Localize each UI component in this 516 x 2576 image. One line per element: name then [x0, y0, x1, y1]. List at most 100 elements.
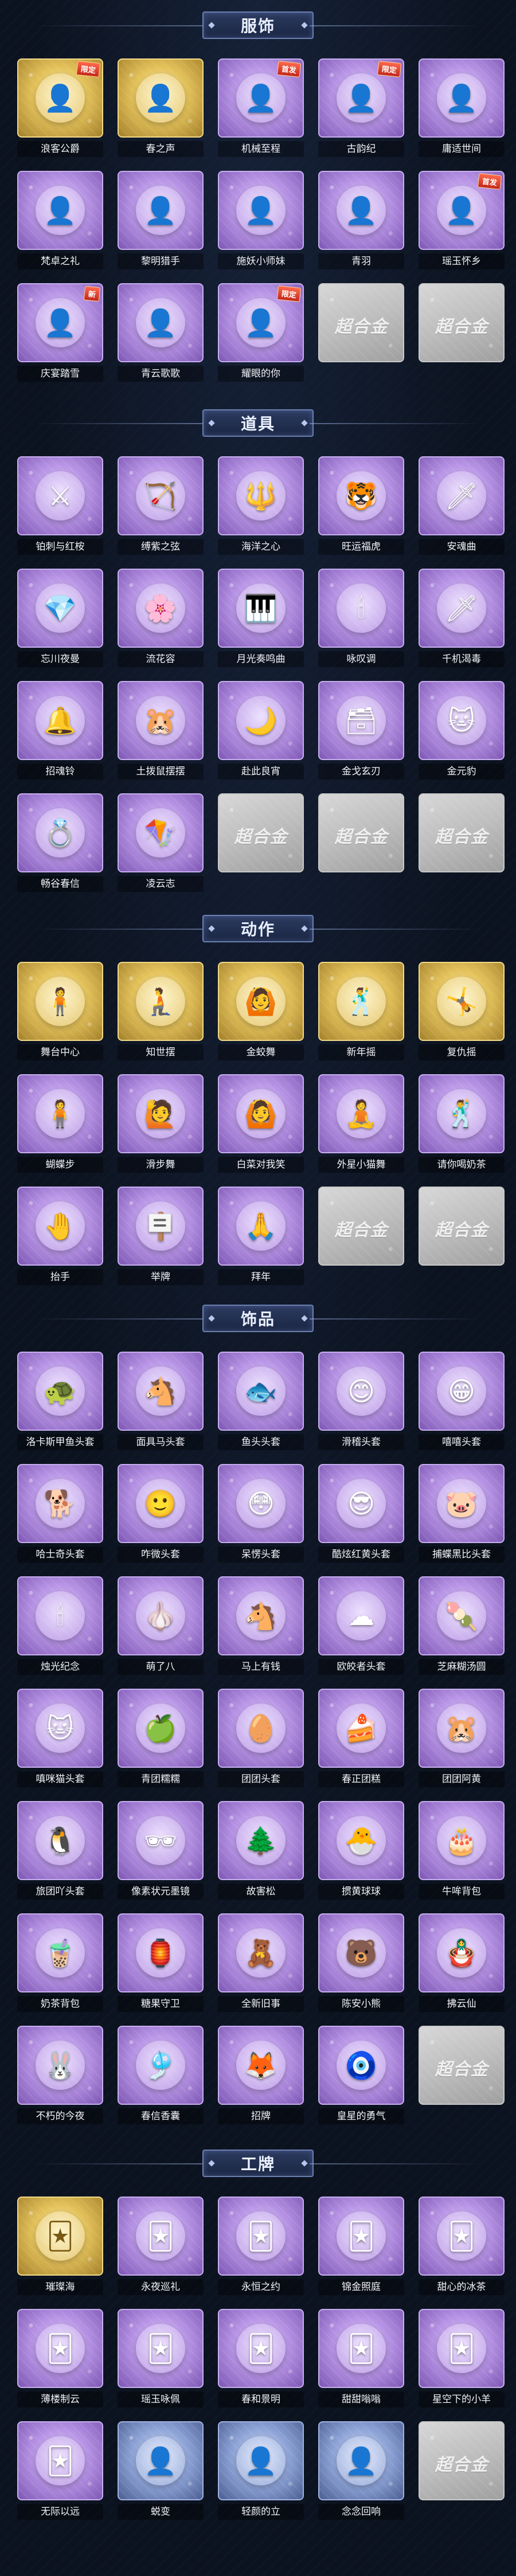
item-card[interactable]: 🍏 青团糯糯: [118, 1689, 204, 1790]
item-card[interactable]: 🙂 咋微头套: [118, 1464, 204, 1565]
item-card[interactable]: 🐷 捕蝶黑比头套: [419, 1464, 505, 1565]
item-card[interactable]: 🧸 全新旧事: [218, 1913, 304, 2014]
item-card[interactable]: 🐴 面具马头套: [118, 1352, 204, 1453]
item-card[interactable]: 😊 滑稽头套: [318, 1352, 404, 1453]
item-card[interactable]: 🏮 糖果守卫: [118, 1913, 204, 2014]
item-card[interactable]: 🃏 无际以远: [17, 2421, 103, 2522]
locked-item-card[interactable]: 超合金: [419, 1187, 505, 1287]
item-card[interactable]: 🏹 缚紫之弦: [118, 456, 204, 557]
item-card[interactable]: 🐕 哈士奇头套: [17, 1464, 103, 1565]
item-card[interactable]: 🎂 牛哞背包: [419, 1801, 505, 1902]
item-card[interactable]: 🐢 洛卡斯甲鱼头套: [17, 1352, 103, 1453]
item-card[interactable]: 🐟 鱼头头套: [218, 1352, 304, 1453]
item-card[interactable]: 🧘 外星小猫舞: [318, 1074, 404, 1175]
item-card[interactable]: 👤 梵卓之礼: [17, 171, 103, 272]
item-card[interactable]: 🐴 马上有钱: [218, 1576, 304, 1677]
item-card[interactable]: 😁 嘻嘻头套: [419, 1352, 505, 1453]
item-card[interactable]: 🔱 海洋之心: [218, 456, 304, 557]
item-card[interactable]: 👤 念念回响: [318, 2421, 404, 2522]
item-card[interactable]: 🕺 请你喝奶茶: [419, 1074, 505, 1175]
item-card[interactable]: 🗡 千机渴毒: [419, 569, 505, 670]
item-card[interactable]: 🎐 春信香囊: [118, 2026, 204, 2127]
item-card[interactable]: 👤 蜕变: [118, 2421, 204, 2522]
item-card[interactable]: 👤 轻颜的立: [218, 2421, 304, 2522]
item-card[interactable]: 🙆 金蛟舞: [218, 962, 304, 1063]
item-card[interactable]: 🤚 抬手: [17, 1187, 103, 1287]
locked-item-card[interactable]: 超合金: [419, 2026, 505, 2127]
item-card[interactable]: 🃏 瑶玉咏佩: [118, 2309, 204, 2410]
item-card[interactable]: 👤 青云歌歌: [118, 283, 204, 384]
locked-item-card[interactable]: 超合金: [318, 283, 404, 384]
locked-item-card[interactable]: 超合金: [218, 793, 304, 894]
item-card[interactable]: 🐹 团团阿黄: [419, 1689, 505, 1790]
item-card[interactable]: 😎 酷炫红黄头套: [318, 1464, 404, 1565]
item-card[interactable]: 🔔 招魂铃: [17, 681, 103, 782]
item-card[interactable]: 👤 黎明猎手: [118, 171, 204, 272]
item-card[interactable]: 🐰 不朽的今夜: [17, 2026, 103, 2127]
item-card[interactable]: 🧄 萌了八: [118, 1576, 204, 1677]
item-card[interactable]: 🃏 春和景明: [218, 2309, 304, 2410]
item-card[interactable]: 🧎 知世摆: [118, 962, 204, 1063]
item-card[interactable]: 🙆 白菜对我笑: [218, 1074, 304, 1175]
item-card[interactable]: 🍰 春正团糕: [318, 1689, 404, 1790]
item-card[interactable]: 🐱 金元豹: [419, 681, 505, 782]
item-card[interactable]: 🃏 锦金照庭: [318, 2197, 404, 2297]
item-card[interactable]: 🕶 像素状元墨镜: [118, 1801, 204, 1902]
item-card[interactable]: 👤 春之声: [118, 58, 204, 159]
item-card[interactable]: 🃏 星空下的小羊: [419, 2309, 505, 2410]
item-card[interactable]: 🕺 新年摇: [318, 962, 404, 1063]
item-card[interactable]: ⚔ 铂刺与红桉: [17, 456, 103, 557]
item-card[interactable]: 🦊 招牌: [218, 2026, 304, 2127]
locked-item-card[interactable]: 超合金: [419, 793, 505, 894]
item-card[interactable]: 🍡 芝麻糊汤圆: [419, 1576, 505, 1677]
item-card[interactable]: 🪧 举牌: [118, 1187, 204, 1287]
item-card[interactable]: 👤 庸适世间: [419, 58, 505, 159]
item-card[interactable]: 🃏 永夜巡礼: [118, 2197, 204, 2297]
item-card[interactable]: 🐻 陈安小熊: [318, 1913, 404, 2014]
item-card[interactable]: 🃏 薄楼制云: [17, 2309, 103, 2410]
item-card[interactable]: 🃏 甜心的冰茶: [419, 2197, 505, 2297]
item-card[interactable]: 🐱 嗔咪猫头套: [17, 1689, 103, 1790]
item-card[interactable]: 🧿 皇星的勇气: [318, 2026, 404, 2127]
item-card[interactable]: 🕯 烛光纪念: [17, 1576, 103, 1677]
item-card[interactable]: 👤 限定 耀眼的你: [218, 283, 304, 384]
item-card[interactable]: 🤸 复仇摇: [419, 962, 505, 1063]
item-card[interactable]: 😳 呆愣头套: [218, 1464, 304, 1565]
item-card[interactable]: 🃏 甜甜嗡嗡: [318, 2309, 404, 2410]
item-card[interactable]: 🃏 永恒之约: [218, 2197, 304, 2297]
locked-item-card[interactable]: 超合金: [318, 793, 404, 894]
item-card[interactable]: ☁ 欧皎者头套: [318, 1576, 404, 1677]
item-card[interactable]: 🃏 璀璨海: [17, 2197, 103, 2297]
item-card[interactable]: 🐣 掼黄球球: [318, 1801, 404, 1902]
item-card[interactable]: 👤 首发 机械至程: [218, 58, 304, 159]
item-card[interactable]: 👤 施妖小师妹: [218, 171, 304, 272]
locked-item-card[interactable]: 超合金: [318, 1187, 404, 1287]
item-card[interactable]: 🧍 蝴蝶步: [17, 1074, 103, 1175]
item-card[interactable]: 🧍 舞台中心: [17, 962, 103, 1063]
item-card[interactable]: 👤 首发 瑶玉怀乡: [419, 171, 505, 272]
item-card[interactable]: 🐧 旅团吖头套: [17, 1801, 103, 1902]
item-card[interactable]: 🌸 流花容: [118, 569, 204, 670]
item-card[interactable]: 👤 限定 浪客公爵: [17, 58, 103, 159]
item-card[interactable]: 🌲 故害松: [218, 1801, 304, 1902]
locked-item-card[interactable]: 超合金: [419, 2421, 505, 2522]
item-card[interactable]: 🐯 旺运福虎: [318, 456, 404, 557]
item-card[interactable]: 🪆 拂云仙: [419, 1913, 505, 2014]
item-card[interactable]: 👤 限定 古韵纪: [318, 58, 404, 159]
item-card[interactable]: 🙏 拜年: [218, 1187, 304, 1287]
item-card[interactable]: 🧋 奶茶背包: [17, 1913, 103, 2014]
item-card[interactable]: 🗃 金戈玄刃: [318, 681, 404, 782]
item-card[interactable]: 💍 畅谷春信: [17, 793, 103, 894]
item-card[interactable]: 💎 忘川夜曼: [17, 569, 103, 670]
item-card[interactable]: 🎹 月光奏鸣曲: [218, 569, 304, 670]
item-card[interactable]: 🙋 滑步舞: [118, 1074, 204, 1175]
item-card[interactable]: 🕯 咏叹调: [318, 569, 404, 670]
item-card[interactable]: 👤 青羽: [318, 171, 404, 272]
item-card[interactable]: 🌙 赴此良宵: [218, 681, 304, 782]
item-card[interactable]: 🐹 土拨鼠摆摆: [118, 681, 204, 782]
item-card[interactable]: 🗡 安魂曲: [419, 456, 505, 557]
item-card[interactable]: 🥚 团团头套: [218, 1689, 304, 1790]
item-card[interactable]: 🪁 凌云志: [118, 793, 204, 894]
item-card[interactable]: 👤 新庆宴踏雪: [17, 283, 103, 384]
locked-item-card[interactable]: 超合金: [419, 283, 505, 384]
